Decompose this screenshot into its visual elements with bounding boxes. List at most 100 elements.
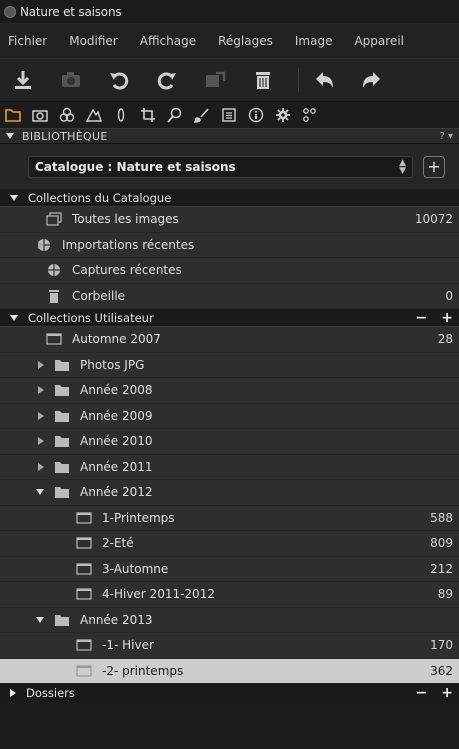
disclosure-closed-icon[interactable] bbox=[38, 462, 44, 471]
disclosure-closed-icon[interactable] bbox=[38, 411, 44, 420]
folder-icon bbox=[54, 460, 70, 474]
list-item[interactable]: Année 2009 bbox=[0, 403, 459, 429]
menu-fichier[interactable]: Fichier bbox=[8, 34, 47, 48]
album-icon bbox=[76, 511, 92, 525]
collapse-triangle-icon[interactable] bbox=[6, 133, 14, 139]
list-item[interactable]: Année 2008 bbox=[0, 378, 459, 404]
list-item[interactable]: Automne 2007 28 bbox=[0, 327, 459, 353]
library-panel-header[interactable]: BIBLIOTHÈQUE ? ▾ bbox=[0, 128, 459, 144]
section-title: Collections du Catalogue bbox=[28, 190, 172, 205]
remove-collection-button[interactable]: − bbox=[416, 310, 428, 326]
brush-icon[interactable] bbox=[193, 106, 211, 124]
app-icon bbox=[4, 5, 16, 18]
lens-icon[interactable] bbox=[112, 106, 130, 124]
section-catalog-collections[interactable]: Collections du Catalogue bbox=[0, 189, 459, 207]
catalog-row: Catalogue : Nature et saisons ▲ ▼ + bbox=[0, 144, 459, 189]
catalog-select[interactable]: Catalogue : Nature et saisons ▲ ▼ bbox=[28, 155, 413, 178]
list-item-selected[interactable]: -2- printemps 362 bbox=[0, 658, 459, 684]
item-label: -1- Hiver bbox=[102, 638, 154, 653]
album-icon bbox=[76, 536, 92, 550]
item-label: Année 2013 bbox=[80, 612, 153, 627]
disclosure-open-icon[interactable] bbox=[10, 194, 18, 201]
list-item[interactable]: 1-Printemps 588 bbox=[0, 505, 459, 531]
item-label: Captures récentes bbox=[72, 263, 182, 278]
disclosure-closed-icon[interactable] bbox=[38, 386, 44, 395]
catalog-select-label: Catalogue : Nature et saisons bbox=[35, 159, 236, 174]
item-label: 3-Automne bbox=[102, 561, 169, 576]
toolbar-separator bbox=[298, 68, 299, 92]
list-item[interactable]: Captures récentes bbox=[0, 258, 459, 284]
item-label: 1-Printemps bbox=[102, 510, 175, 525]
menu-reglages[interactable]: Réglages bbox=[218, 34, 273, 48]
list-item[interactable]: 4-Hiver 2011-2012 89 bbox=[0, 582, 459, 608]
item-label: Année 2011 bbox=[80, 459, 153, 474]
album-icon bbox=[76, 664, 92, 678]
gear-icon[interactable] bbox=[274, 106, 292, 124]
disclosure-open-icon[interactable] bbox=[36, 489, 44, 496]
item-label: Automne 2007 bbox=[72, 332, 161, 347]
trash-icon[interactable] bbox=[250, 67, 276, 93]
move-icon[interactable] bbox=[202, 67, 228, 93]
rotate-right-icon[interactable] bbox=[154, 67, 180, 93]
list-item[interactable]: Toutes les images 10072 bbox=[0, 207, 459, 233]
item-label: -2- printemps bbox=[102, 663, 184, 678]
list-item[interactable]: 3-Automne 212 bbox=[0, 556, 459, 582]
list-item[interactable]: Année 2012 bbox=[0, 480, 459, 506]
menu-bar: Fichier Modifier Affichage Réglages Imag… bbox=[0, 24, 459, 58]
list-item[interactable]: Corbeille 0 bbox=[0, 283, 459, 309]
item-label: Année 2008 bbox=[80, 383, 153, 398]
panel-title: BIBLIOTHÈQUE bbox=[22, 129, 108, 143]
trash-icon bbox=[46, 289, 62, 303]
list-item[interactable]: -1- Hiver 170 bbox=[0, 633, 459, 659]
disclosure-closed-icon[interactable] bbox=[38, 240, 44, 249]
item-count: 212 bbox=[430, 561, 453, 576]
disclosure-closed-icon[interactable] bbox=[38, 360, 44, 369]
circles-icon[interactable] bbox=[58, 106, 76, 124]
menu-affichage[interactable]: Affichage bbox=[140, 34, 196, 48]
add-collection-button[interactable]: + bbox=[441, 310, 453, 326]
info-icon[interactable] bbox=[247, 106, 265, 124]
search-icon[interactable] bbox=[166, 106, 184, 124]
menu-image[interactable]: Image bbox=[295, 34, 333, 48]
add-catalog-button[interactable]: + bbox=[423, 155, 445, 178]
list-item[interactable]: Année 2013 bbox=[0, 607, 459, 633]
menu-modifier[interactable]: Modifier bbox=[69, 34, 118, 48]
select-arrows-icon: ▲ ▼ bbox=[399, 157, 406, 176]
section-title: Collections Utilisateur bbox=[28, 310, 154, 325]
item-label: 4-Hiver 2011-2012 bbox=[102, 587, 215, 602]
folder-icon[interactable] bbox=[4, 106, 22, 124]
title-bar: Nature et saisons bbox=[0, 0, 459, 24]
section-title: Dossiers bbox=[26, 686, 75, 700]
panel-help-menu[interactable]: ? ▾ bbox=[439, 131, 453, 142]
list-item[interactable]: Importations récentes bbox=[0, 232, 459, 258]
rotate-left-icon[interactable] bbox=[106, 67, 132, 93]
remove-folder-button[interactable]: − bbox=[416, 685, 428, 701]
add-folder-button[interactable]: + bbox=[441, 685, 453, 701]
camera-icon[interactable] bbox=[58, 67, 84, 93]
list-item[interactable]: 2-Eté 809 bbox=[0, 531, 459, 557]
list-item[interactable]: Année 2010 bbox=[0, 429, 459, 455]
list-item[interactable]: Photos JPG bbox=[0, 352, 459, 378]
section-folders[interactable]: Dossiers − + bbox=[0, 684, 459, 702]
item-count: 28 bbox=[437, 332, 453, 347]
disclosure-open-icon[interactable] bbox=[10, 314, 18, 321]
camera-icon[interactable] bbox=[31, 106, 49, 124]
redo-icon[interactable] bbox=[359, 67, 385, 93]
disclosure-closed-icon[interactable] bbox=[38, 437, 44, 446]
section-user-collections[interactable]: Collections Utilisateur − + bbox=[0, 309, 459, 327]
item-label: Année 2010 bbox=[80, 434, 153, 449]
list-item[interactable]: Année 2011 bbox=[0, 454, 459, 480]
disclosure-closed-icon[interactable] bbox=[10, 689, 16, 697]
triangle-icon[interactable] bbox=[85, 106, 103, 124]
nodes-icon[interactable] bbox=[301, 106, 319, 124]
item-label: Toutes les images bbox=[72, 212, 179, 227]
tool-tabs bbox=[0, 102, 459, 128]
menu-appareil[interactable]: Appareil bbox=[354, 34, 404, 48]
disclosure-open-icon[interactable] bbox=[36, 616, 44, 623]
undo-icon[interactable] bbox=[311, 67, 337, 93]
item-count: 0 bbox=[445, 288, 453, 303]
item-count: 588 bbox=[430, 510, 453, 525]
list-icon[interactable] bbox=[220, 106, 238, 124]
crop-icon[interactable] bbox=[139, 106, 157, 124]
download-icon[interactable] bbox=[10, 67, 36, 93]
